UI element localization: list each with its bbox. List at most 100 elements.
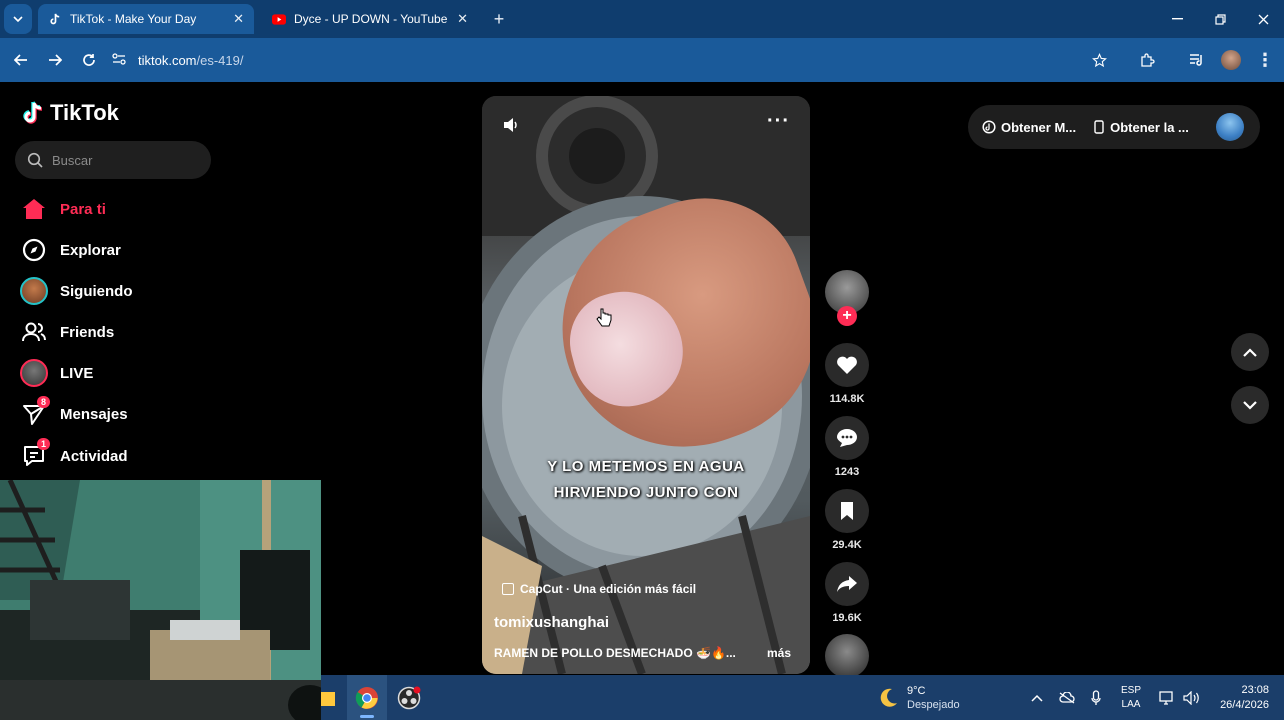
heart-icon bbox=[837, 356, 857, 374]
share-button[interactable]: 19.6K bbox=[825, 562, 869, 624]
webcam-scene bbox=[0, 480, 321, 720]
more-horizontal-icon: ··· bbox=[767, 110, 790, 132]
share-icon bbox=[837, 576, 857, 592]
close-window-button[interactable] bbox=[1248, 4, 1278, 34]
profile-avatar-button[interactable] bbox=[1216, 38, 1246, 82]
search-input[interactable]: Buscar bbox=[15, 141, 211, 179]
sidebar-item-friends[interactable]: Friends bbox=[18, 316, 218, 348]
chrome-taskbar-button[interactable] bbox=[347, 675, 387, 720]
caption-more-link[interactable]: más bbox=[767, 646, 791, 660]
sidebar-item-explorar[interactable]: Explorar bbox=[18, 234, 218, 266]
save-button[interactable]: 29.4K bbox=[825, 489, 869, 551]
video-subtitle-line1: Y LO METEMOS EN AGUA bbox=[547, 458, 745, 475]
address-bar[interactable]: tiktok.com/es-419/ bbox=[112, 44, 1122, 76]
weather-temp: 9°C bbox=[907, 684, 926, 697]
obs-taskbar-button[interactable] bbox=[395, 675, 423, 720]
back-button[interactable] bbox=[6, 38, 36, 82]
bookmark-star-button[interactable] bbox=[1084, 38, 1114, 82]
capcut-link[interactable]: CapCut · Una edición más fácil bbox=[502, 582, 696, 596]
sidebar-item-label: Explorar bbox=[60, 241, 121, 259]
sidebar-item-para-ti[interactable]: Para ti bbox=[18, 193, 218, 225]
bookmark-icon bbox=[841, 502, 853, 520]
star-icon bbox=[1091, 52, 1107, 67]
music-disc-icon bbox=[825, 634, 869, 678]
hand-cursor-icon bbox=[596, 308, 612, 333]
tab-search-button[interactable] bbox=[4, 4, 32, 34]
input-language-button[interactable]: ESP LAA bbox=[1121, 675, 1141, 720]
video-caption: RAMEN DE POLLO DESMECHADO 🍜🔥... bbox=[494, 646, 736, 660]
close-icon bbox=[1258, 14, 1268, 24]
minimize-button[interactable] bbox=[1162, 4, 1192, 34]
get-coins-button[interactable]: Obtener M... bbox=[982, 120, 1076, 135]
sidebar-item-siguiendo[interactable]: Siguiendo bbox=[18, 275, 218, 307]
folder-icon bbox=[321, 691, 335, 706]
music-disc-button[interactable] bbox=[825, 634, 869, 678]
close-tab-icon[interactable]: ✕ bbox=[457, 11, 468, 27]
sidebar-item-label: Actividad bbox=[60, 447, 128, 465]
puzzle-icon bbox=[1141, 53, 1155, 67]
video-more-button[interactable]: ··· bbox=[767, 110, 790, 133]
friends-icon bbox=[18, 316, 50, 348]
tab-title: Dyce - UP DOWN - YouTube bbox=[294, 12, 448, 26]
url-host: tiktok.com bbox=[138, 52, 197, 68]
moon-icon bbox=[880, 688, 897, 707]
tab-tiktok[interactable]: TikTok - Make Your Day ✕ bbox=[38, 4, 254, 34]
author-avatar-button[interactable]: + bbox=[825, 270, 869, 326]
profile-avatar[interactable] bbox=[1216, 113, 1244, 141]
like-button[interactable]: 114.8K bbox=[825, 343, 869, 405]
compass-icon bbox=[18, 234, 50, 266]
next-video-button[interactable] bbox=[1231, 386, 1269, 424]
playlist-icon bbox=[1190, 54, 1202, 66]
weather-widget[interactable]: 9°C Despejado bbox=[877, 675, 960, 720]
sidebar-item-label: Para ti bbox=[60, 200, 106, 218]
capcut-icon bbox=[502, 583, 514, 595]
like-count: 114.8K bbox=[829, 393, 865, 405]
arrow-left-icon bbox=[14, 54, 27, 66]
restore-icon bbox=[1214, 13, 1226, 25]
forward-button[interactable] bbox=[40, 38, 70, 82]
network-icon[interactable] bbox=[1159, 675, 1175, 720]
close-tab-icon[interactable]: ✕ bbox=[233, 11, 244, 27]
previous-video-button[interactable] bbox=[1231, 333, 1269, 371]
reload-icon bbox=[83, 54, 95, 66]
activity-badge: 1 bbox=[36, 438, 50, 450]
chevron-down-icon bbox=[13, 16, 23, 23]
microphone-icon[interactable] bbox=[1091, 675, 1101, 720]
following-avatar-icon bbox=[18, 275, 50, 307]
media-controls-button[interactable] bbox=[1182, 38, 1212, 82]
restore-button[interactable] bbox=[1205, 4, 1235, 34]
sidebar-item-label: Siguiendo bbox=[60, 282, 133, 300]
cloud-status-icon[interactable] bbox=[1059, 675, 1075, 720]
tiktok-logo[interactable]: TikTok bbox=[22, 100, 119, 126]
top-right-bar: Obtener M... Obtener la ... bbox=[968, 105, 1260, 149]
show-hidden-icons-button[interactable] bbox=[1031, 675, 1043, 720]
obs-icon bbox=[397, 686, 421, 709]
browser-menu-button[interactable]: ⋮ bbox=[1250, 38, 1280, 82]
sidebar-item-live[interactable]: LIVE bbox=[18, 357, 218, 389]
extensions-button[interactable] bbox=[1132, 38, 1162, 82]
sidebar-item-mensajes[interactable]: 8 Mensajes bbox=[18, 396, 218, 430]
comment-button[interactable]: 1243 bbox=[825, 416, 869, 478]
browser-toolbar: tiktok.com/es-419/ ⋮ bbox=[0, 38, 1284, 82]
chevron-up-icon bbox=[1031, 694, 1043, 702]
video-author[interactable]: tomixushanghai bbox=[494, 614, 609, 631]
tab-title: TikTok - Make Your Day bbox=[70, 12, 197, 26]
clock[interactable]: 23:08 26/4/2026 bbox=[1211, 675, 1269, 720]
volume-button[interactable] bbox=[502, 116, 520, 139]
reload-button[interactable] bbox=[74, 38, 104, 82]
arrow-right-icon bbox=[49, 54, 62, 66]
new-tab-button[interactable]: + bbox=[484, 4, 514, 34]
lang-bottom: LAA bbox=[1121, 698, 1141, 710]
video-player[interactable]: ··· Y LO METEMOS EN AGUA HIRVIENDO JUNTO… bbox=[482, 96, 810, 674]
file-explorer-button[interactable] bbox=[321, 675, 335, 720]
tab-youtube[interactable]: Dyce - UP DOWN - YouTube ✕ bbox=[262, 4, 478, 34]
site-info-icon[interactable] bbox=[112, 52, 126, 68]
weather-desc: Despejado bbox=[907, 698, 960, 711]
follow-plus-icon[interactable]: + bbox=[837, 306, 857, 326]
sidebar-item-label: Mensajes bbox=[60, 405, 128, 423]
more-vertical-icon: ⋮ bbox=[1256, 49, 1274, 70]
sidebar-item-actividad[interactable]: 1 Actividad bbox=[18, 438, 218, 472]
chrome-icon bbox=[355, 686, 378, 709]
volume-icon[interactable] bbox=[1183, 675, 1201, 720]
get-app-button[interactable]: Obtener la ... bbox=[1094, 120, 1189, 135]
